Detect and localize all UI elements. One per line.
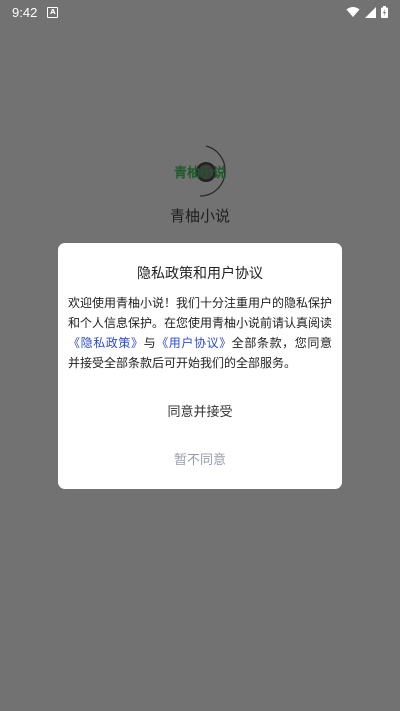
status-bar: 9:42 A bbox=[0, 0, 400, 24]
dialog-body: 欢迎使用青柚小说！我们十分注重用户的隐私保护和个人信息保护。在您使用青柚小说前请… bbox=[68, 293, 332, 373]
decline-button[interactable]: 暂不同意 bbox=[58, 449, 342, 468]
logo-text: 青柚小说 bbox=[174, 165, 226, 181]
user-agreement-link[interactable]: 《用户协议》 bbox=[156, 336, 232, 350]
status-left: 9:42 A bbox=[12, 4, 59, 20]
dialog-body-connector: 与 bbox=[143, 336, 157, 350]
app-logo: 青柚小说 bbox=[174, 145, 226, 197]
dialog-title: 隐私政策和用户协议 bbox=[137, 266, 263, 282]
signal-icon bbox=[365, 6, 376, 18]
screen: 9:42 A 青柚小说 青柚小说 隐私政策和用户协议 欢迎使用青柚小说！我们十分… bbox=[0, 0, 400, 711]
app-name: 青柚小说 bbox=[169, 207, 230, 225]
notification-icon: A bbox=[47, 6, 59, 18]
privacy-policy-link[interactable]: 《隐私政策》 bbox=[68, 336, 144, 350]
status-time: 9:42 bbox=[12, 4, 38, 20]
accept-button[interactable]: 同意并接受 bbox=[58, 401, 342, 420]
status-icons bbox=[346, 6, 388, 18]
privacy-dialog: 隐私政策和用户协议 欢迎使用青柚小说！我们十分注重用户的隐私保护和个人信息保护。… bbox=[58, 243, 342, 489]
dialog-body-text: 欢迎使用青柚小说！我们十分注重用户的隐私保护和个人信息保护。在您使用青柚小说前请… bbox=[68, 296, 333, 330]
battery-icon bbox=[381, 6, 388, 18]
wifi-icon bbox=[346, 7, 360, 17]
